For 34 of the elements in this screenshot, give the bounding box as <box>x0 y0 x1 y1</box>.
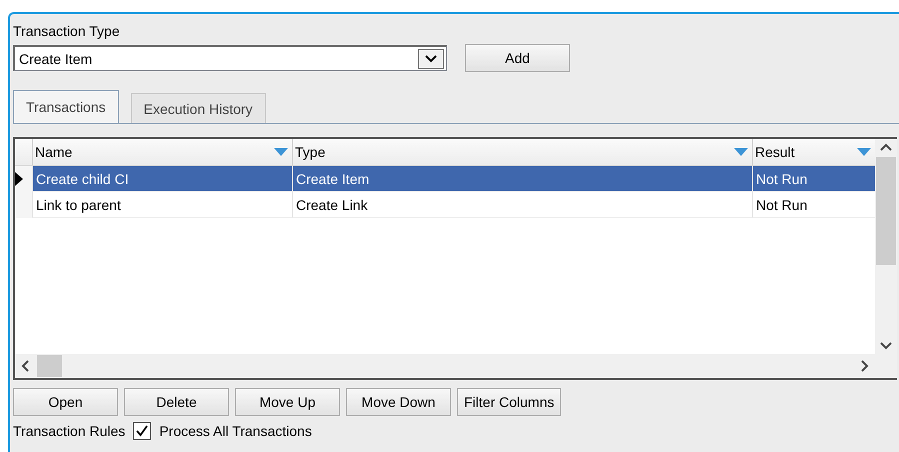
row-header[interactable] <box>15 166 32 192</box>
action-button[interactable]: Move Down <box>346 388 451 416</box>
sort-icon[interactable] <box>274 148 288 156</box>
scroll-right-icon[interactable] <box>861 360 869 372</box>
action-button[interactable]: Delete <box>124 388 229 416</box>
sort-icon[interactable] <box>734 148 748 156</box>
table-cell[interactable]: Create Item <box>292 166 752 192</box>
scroll-down-icon[interactable] <box>880 342 892 350</box>
checkmark-icon <box>136 425 148 437</box>
chevron-down-icon <box>425 54 437 62</box>
transaction-type-dropdown[interactable]: Create Item <box>13 45 447 71</box>
scroll-left-icon[interactable] <box>21 360 29 372</box>
table-cell[interactable]: Link to parent <box>32 192 292 218</box>
scrollbar-thumb[interactable] <box>37 355 62 377</box>
column-header[interactable]: Type <box>292 139 752 165</box>
table-cell[interactable]: Create Link <box>292 192 752 218</box>
action-button[interactable]: Open <box>13 388 118 416</box>
sort-icon[interactable] <box>857 148 871 156</box>
column-header[interactable]: Name <box>32 139 292 165</box>
scrollbar-thumb[interactable] <box>876 157 896 265</box>
table-row[interactable]: Link to parent Create Link Not Run <box>15 192 875 218</box>
action-button[interactable]: Move Up <box>235 388 340 416</box>
table-cell[interactable]: Create child CI <box>32 166 292 192</box>
rules-label: Transaction Rules <box>13 423 126 439</box>
checkbox[interactable] <box>133 422 152 440</box>
add-button[interactable]: Add <box>465 44 570 72</box>
action-button[interactable]: Filter Columns <box>457 388 562 416</box>
scroll-up-icon[interactable] <box>880 143 892 151</box>
tab[interactable]: Transactions <box>13 90 119 123</box>
field-label: Transaction Type <box>13 22 120 40</box>
checkbox-label[interactable]: Process All Transactions <box>159 423 312 439</box>
row-pointer-icon <box>15 172 23 186</box>
tab[interactable]: Execution History <box>130 93 266 123</box>
table-row[interactable]: Create child CI Create Item Not Run <box>15 166 875 192</box>
